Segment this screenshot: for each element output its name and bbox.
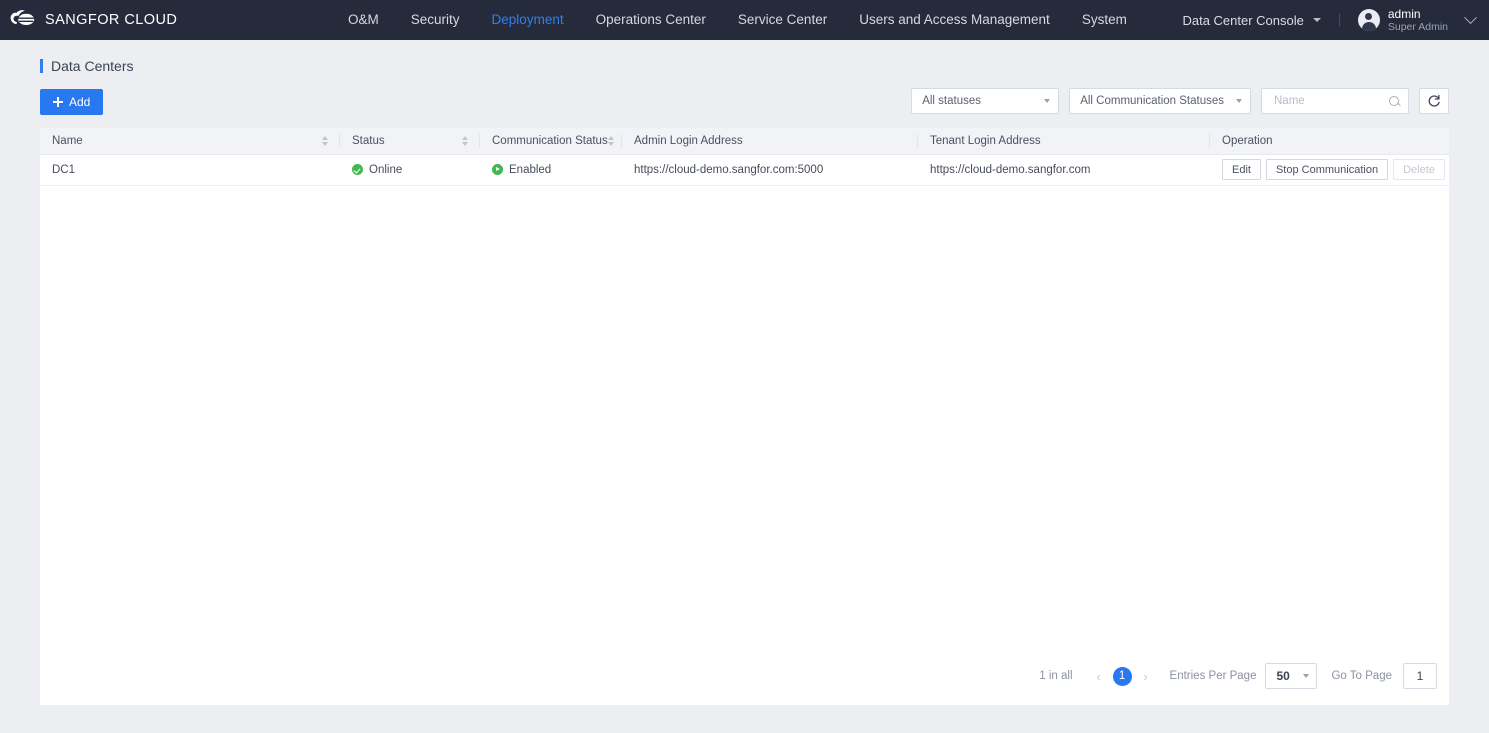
page-title: Data Centers bbox=[51, 58, 134, 74]
filters: All statuses All Communication Statuses bbox=[911, 88, 1449, 114]
toolbar: Add All statuses All Communication Statu… bbox=[40, 88, 1449, 116]
top-right-area: Data Center Console admin Super Admin bbox=[1182, 0, 1477, 40]
entries-per-page-select[interactable]: 50 bbox=[1265, 663, 1318, 689]
plus-icon bbox=[53, 97, 63, 107]
brand-logo-area[interactable]: SANGFOR CLOUD bbox=[0, 9, 177, 31]
user-name: admin bbox=[1387, 6, 1421, 21]
communication-status-text: Enabled bbox=[509, 163, 552, 176]
chevron-down-icon bbox=[1303, 674, 1310, 678]
table-body: DC1 Online Enabled https://cloud-demo.sa… bbox=[40, 154, 1449, 186]
column-label: Tenant Login Address bbox=[930, 134, 1041, 147]
table-row[interactable]: DC1 Online Enabled https://cloud-demo.sa… bbox=[40, 154, 1449, 186]
title-accent-bar bbox=[40, 59, 43, 73]
table-header: Name Status Communication Status Admin L… bbox=[40, 128, 1449, 155]
status-text: Online bbox=[369, 163, 403, 176]
top-navigation-bar: SANGFOR CLOUD O&M Security Deployment Op… bbox=[0, 0, 1489, 40]
nav-item-deployment[interactable]: Deployment bbox=[492, 0, 564, 40]
nav-item-service-center[interactable]: Service Center bbox=[738, 0, 827, 40]
stop-communication-button[interactable]: Stop Communication bbox=[1265, 159, 1389, 180]
play-circle-icon bbox=[492, 164, 503, 175]
avatar bbox=[1357, 9, 1380, 31]
nav-item-users-and-access-management[interactable]: Users and Access Management bbox=[859, 0, 1050, 40]
check-circle-icon bbox=[352, 164, 363, 175]
page-header: Data Centers bbox=[0, 40, 1489, 74]
go-to-page-input[interactable] bbox=[1403, 663, 1437, 689]
nav-item-security[interactable]: Security bbox=[411, 0, 460, 40]
chevron-right-icon[interactable]: › bbox=[1136, 669, 1156, 684]
search-box[interactable] bbox=[1261, 88, 1409, 114]
column-header-communication-status[interactable]: Communication Status bbox=[480, 128, 622, 155]
delete-button: Delete bbox=[1393, 159, 1445, 180]
console-switcher[interactable]: Data Center Console bbox=[1182, 12, 1321, 28]
go-to-page-label: Go To Page bbox=[1331, 670, 1392, 682]
content-card: Name Status Communication Status Admin L… bbox=[40, 128, 1449, 705]
column-header-tenant-login-address: Tenant Login Address bbox=[918, 128, 1210, 155]
cell-status: Online bbox=[340, 154, 480, 186]
table-header-row: Name Status Communication Status Admin L… bbox=[40, 128, 1449, 155]
column-header-operation: Operation bbox=[1210, 128, 1449, 155]
nav-item-om[interactable]: O&M bbox=[348, 0, 379, 40]
add-button-label: Add bbox=[69, 95, 91, 109]
user-meta: admin Super Admin bbox=[1388, 7, 1448, 34]
nav-item-system[interactable]: System bbox=[1082, 0, 1127, 40]
divider bbox=[1338, 13, 1340, 27]
cell-admin-login-address: https://cloud-demo.sangfor.com:5000 bbox=[622, 154, 918, 186]
communication-filter-value: All Communication Statuses bbox=[1080, 95, 1224, 107]
search-input[interactable] bbox=[1272, 94, 1389, 108]
sort-toggle-icon[interactable] bbox=[607, 135, 614, 146]
brand-name: SANGFOR CLOUD bbox=[45, 12, 178, 28]
column-header-name[interactable]: Name bbox=[40, 128, 340, 155]
search-icon[interactable] bbox=[1389, 95, 1400, 107]
cell-operation: Edit Stop Communication Delete bbox=[1210, 154, 1449, 186]
status-filter-select[interactable]: All statuses bbox=[911, 88, 1060, 114]
chevron-down-icon bbox=[1464, 10, 1477, 24]
data-centers-table: Name Status Communication Status Admin L… bbox=[40, 128, 1449, 186]
column-label: Name bbox=[52, 134, 83, 147]
refresh-button[interactable] bbox=[1419, 88, 1449, 114]
cell-communication-status: Enabled bbox=[480, 154, 622, 186]
communication-filter-select[interactable]: All Communication Statuses bbox=[1069, 88, 1251, 114]
column-header-status[interactable]: Status bbox=[340, 128, 480, 155]
entries-per-page-label: Entries Per Page bbox=[1169, 670, 1257, 682]
console-switcher-label: Data Center Console bbox=[1182, 12, 1304, 28]
column-label: Status bbox=[352, 134, 385, 147]
nav-item-operations-center[interactable]: Operations Center bbox=[596, 0, 706, 40]
main-nav: O&M Security Deployment Operations Cente… bbox=[348, 0, 1127, 40]
pagination: 1 in all ‹ 1 › Entries Per Page 50 Go To… bbox=[1039, 663, 1437, 689]
user-role: Super Admin bbox=[1387, 20, 1448, 33]
user-menu[interactable]: admin Super Admin bbox=[1357, 7, 1477, 34]
total-count-label: 1 in all bbox=[1039, 670, 1073, 682]
status-filter-value: All statuses bbox=[922, 95, 981, 107]
chevron-down-icon bbox=[1312, 18, 1321, 22]
sort-toggle-icon[interactable] bbox=[462, 135, 468, 146]
refresh-icon bbox=[1428, 94, 1440, 107]
cell-name: DC1 bbox=[40, 154, 340, 186]
column-label: Admin Login Address bbox=[634, 134, 743, 147]
sort-toggle-icon[interactable] bbox=[322, 135, 328, 146]
chevron-down-icon bbox=[1044, 99, 1051, 103]
chevron-left-icon[interactable]: ‹ bbox=[1089, 669, 1109, 684]
page-number-1[interactable]: 1 bbox=[1112, 666, 1132, 686]
column-header-admin-login-address: Admin Login Address bbox=[622, 128, 918, 155]
cloud-logo-icon bbox=[10, 10, 35, 25]
add-button[interactable]: Add bbox=[40, 89, 104, 115]
chevron-down-icon bbox=[1236, 99, 1242, 103]
column-label: Communication Status bbox=[492, 134, 608, 147]
edit-button[interactable]: Edit bbox=[1222, 159, 1261, 180]
cell-tenant-login-address: https://cloud-demo.sangfor.com bbox=[918, 154, 1210, 186]
column-label: Operation bbox=[1222, 134, 1273, 147]
entries-per-page-value: 50 bbox=[1276, 669, 1290, 683]
